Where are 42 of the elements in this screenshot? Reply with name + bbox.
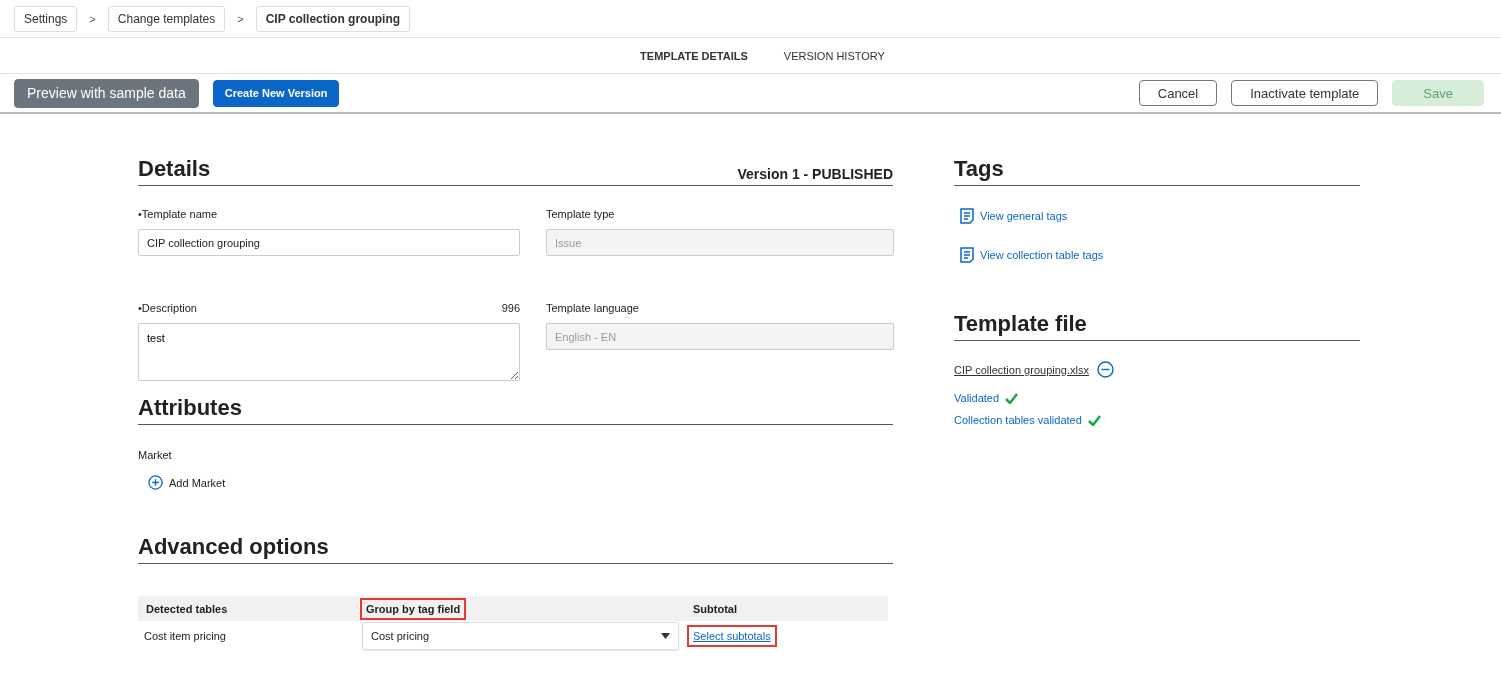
tab[interactable]: TEMPLATE DETAILS bbox=[640, 45, 748, 66]
plus-circle-icon bbox=[148, 475, 163, 490]
character-counter: 996 bbox=[501, 302, 520, 314]
section-title: Attributes bbox=[138, 395, 242, 421]
description-field[interactable]: test bbox=[138, 323, 520, 381]
column-header-text: Detected tables bbox=[145, 601, 229, 617]
tab[interactable]: VERSION HISTORY bbox=[783, 45, 885, 66]
tags-link[interactable]: View collection table tags bbox=[960, 247, 1360, 263]
validation-status: Validated bbox=[954, 392, 1000, 404]
caret-icon bbox=[661, 633, 670, 639]
breadcrumb-link[interactable]: Change templates bbox=[107, 5, 226, 32]
breadcrumb-link[interactable]: Settings bbox=[14, 5, 78, 32]
version-status: Version 1 - PUBLISHED bbox=[737, 166, 893, 182]
validation-status: Collection tables validated bbox=[954, 414, 1082, 426]
field-label: •Template name bbox=[138, 208, 218, 220]
column-header-text: Subtotal bbox=[692, 601, 738, 617]
tags-link[interactable]: View general tags bbox=[960, 208, 1360, 224]
select-subtotals-link[interactable]: Select subtotals bbox=[687, 625, 777, 647]
add-market-button[interactable]: Add Market bbox=[148, 475, 893, 490]
breadcrumb-separator: > bbox=[236, 12, 245, 25]
dropdown-select[interactable]: Cost pricing bbox=[362, 622, 679, 650]
document-icon bbox=[960, 208, 974, 224]
breadcrumb-link[interactable]: CIP collection grouping bbox=[255, 5, 411, 32]
section-title: Tags bbox=[954, 156, 1004, 182]
toolbar-button[interactable]: Create New Version bbox=[212, 79, 340, 107]
toolbar-button[interactable]: Preview with sample data bbox=[14, 78, 199, 108]
section-title: Details bbox=[138, 156, 211, 182]
section-title: Template file bbox=[954, 311, 1087, 337]
document-icon bbox=[960, 247, 974, 263]
field-label: Market bbox=[138, 449, 173, 461]
input-field[interactable]: CIP collection grouping bbox=[138, 229, 520, 256]
field-label: Template type bbox=[546, 208, 615, 220]
field-label: Template language bbox=[546, 302, 639, 314]
field-label: •Description bbox=[138, 302, 197, 314]
toolbar-button[interactable]: Inactivate template bbox=[1231, 80, 1379, 106]
minus-circle-icon[interactable] bbox=[1096, 361, 1114, 378]
section-title: Advanced options bbox=[138, 534, 329, 560]
breadcrumb-separator: > bbox=[88, 12, 97, 25]
toolbar-button[interactable]: Cancel bbox=[1138, 80, 1218, 106]
table-cell-text: Cost item pricing bbox=[143, 629, 227, 644]
file-link[interactable]: CIP collection grouping.xlsx bbox=[954, 363, 1089, 376]
column-header-text: Group by tag field bbox=[360, 597, 467, 620]
